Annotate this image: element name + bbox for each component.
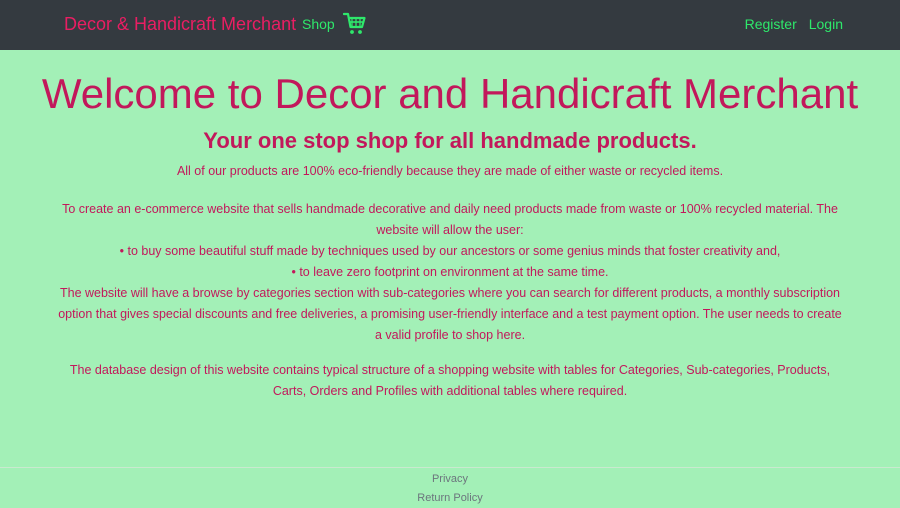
login-link[interactable]: Login	[809, 16, 843, 32]
description-block: To create an e-commerce website that sel…	[55, 199, 845, 346]
return-policy-link[interactable]: Return Policy	[0, 489, 900, 508]
description-intro: To create an e-commerce website that sel…	[62, 202, 838, 237]
auth-links: Register Login	[745, 16, 843, 32]
brand-link[interactable]: Decor & Handicraft Merchant	[64, 14, 296, 35]
footer: Privacy Return Policy	[0, 467, 900, 508]
eco-friendly-text: All of our products are 100% eco-friendl…	[176, 164, 724, 178]
page-subtitle: Your one stop shop for all handmade prod…	[203, 128, 697, 153]
register-link[interactable]: Register	[745, 16, 797, 32]
shopping-cart-icon[interactable]	[343, 11, 367, 37]
description-bullet-2: • to leave zero footprint on environment…	[291, 265, 609, 279]
top-navbar: Decor & Handicraft Merchant Shop Registe…	[0, 0, 900, 50]
database-description: The database design of this website cont…	[69, 363, 831, 398]
page-title: Welcome to Decor and Handicraft Merchant	[41, 70, 859, 117]
nav-shop-link[interactable]: Shop	[302, 16, 335, 32]
main-content: Welcome to Decor and Handicraft Merchant…	[0, 70, 900, 402]
privacy-link[interactable]: Privacy	[0, 470, 900, 489]
description-bullet-1: • to buy some beautiful stuff made by te…	[119, 244, 781, 258]
description-features: The website will have a browse by catego…	[58, 286, 842, 342]
